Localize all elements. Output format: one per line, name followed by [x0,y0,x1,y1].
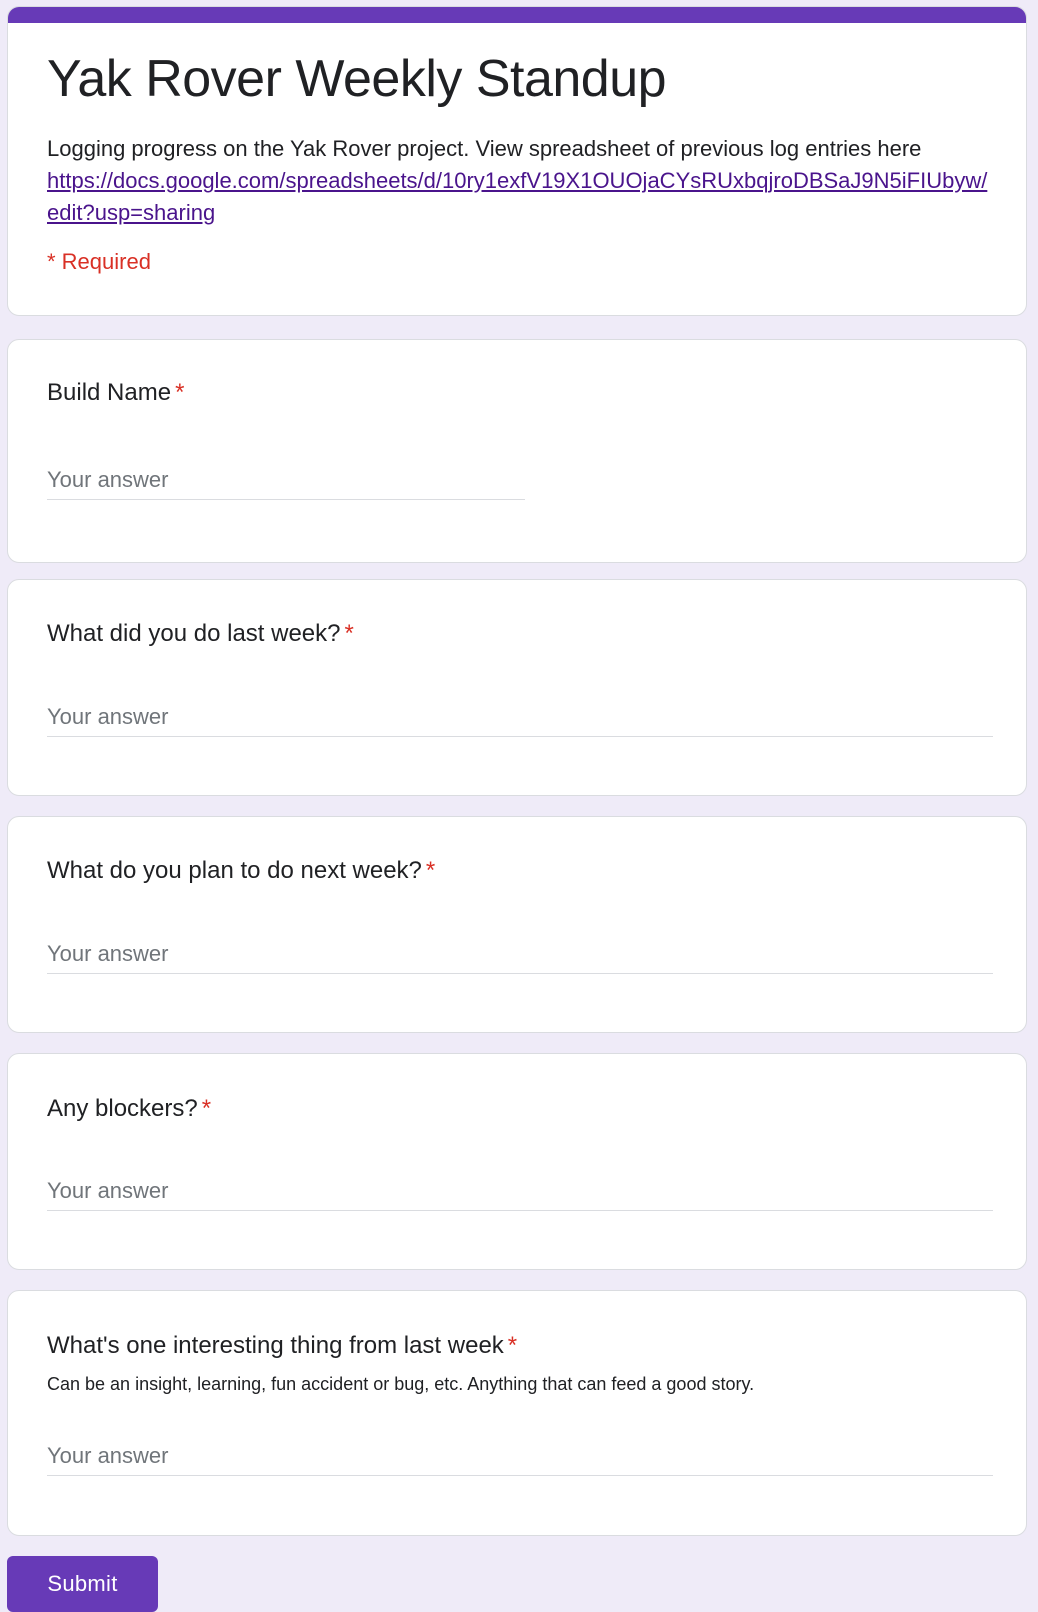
required-asterisk: * [425,857,436,884]
question-title-text: What's one interesting thing from last w… [47,1332,504,1359]
question-card-build-name: Build Name * [7,339,1027,563]
form-header-card: Yak Rover Weekly Standup Logging progres… [7,6,1027,316]
question-title-text: What did you do last week? [47,620,341,647]
build-name-input[interactable] [47,460,525,500]
spreadsheet-link[interactable]: https://docs.google.com/spreadsheets/d/1… [47,168,987,225]
form-accent-bar [8,7,1026,23]
blockers-input[interactable] [47,1171,993,1211]
question-title-text: Any blockers? [47,1095,198,1122]
question-title: What's one interesting thing from last w… [47,1330,517,1362]
question-title: Any blockers? * [47,1093,211,1125]
required-asterisk: * [201,1095,212,1122]
question-title: What do you plan to do next week? * [47,855,435,887]
interesting-thing-input[interactable] [47,1436,993,1476]
form-description: Logging progress on the Yak Rover projec… [47,133,997,229]
form-title: Yak Rover Weekly Standup [47,50,667,108]
submit-button[interactable]: Submit [7,1556,158,1612]
question-title: What did you do last week? * [47,618,354,650]
question-title-text: What do you plan to do next week? [47,857,422,884]
question-card-next-week: What do you plan to do next week? * [7,816,1027,1033]
required-note: * Required [47,249,151,274]
last-week-input[interactable] [47,697,993,737]
required-asterisk: * [344,620,354,647]
question-card-blockers: Any blockers? * [7,1053,1027,1270]
question-help-text: Can be an insight, learning, fun acciden… [47,1374,755,1394]
question-card-last-week: What did you do last week? * [7,579,1027,796]
next-week-input[interactable] [47,934,993,974]
required-asterisk: * [507,1332,518,1359]
form-description-text: Logging progress on the Yak Rover projec… [47,136,922,161]
question-card-interesting-thing: What's one interesting thing from last w… [7,1290,1027,1536]
question-title-text: Build Name [47,379,172,406]
required-asterisk: * [175,379,185,406]
question-title: Build Name * [47,377,184,409]
